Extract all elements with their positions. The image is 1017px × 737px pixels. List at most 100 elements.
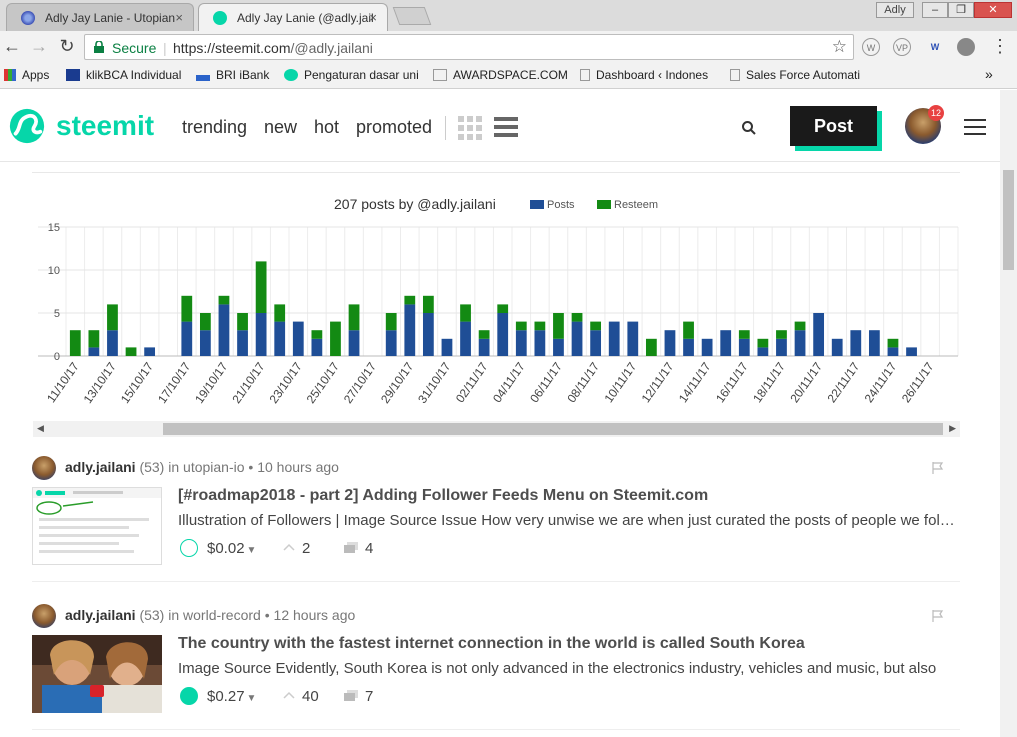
bar-posts[interactable] [813,313,825,356]
bar-posts[interactable] [181,321,193,356]
minimize-button[interactable]: – [922,2,948,18]
bar-resteem[interactable] [645,338,657,356]
bar-posts[interactable] [478,338,490,356]
bookmark-dashboard[interactable]: Dashboard ‹ Indones [580,68,708,82]
payout-dropdown[interactable]: $0.27 ▼ [207,688,256,705]
bookmark-pengaturan[interactable]: Pengaturan dasar uni [284,68,419,82]
hamburger-menu-icon[interactable] [964,119,986,135]
nav-new[interactable]: new [264,117,297,138]
bar-posts[interactable] [590,330,602,356]
search-icon[interactable] [741,120,757,136]
bar-resteem[interactable] [181,295,193,322]
bar-resteem[interactable] [385,313,397,331]
bar-posts[interactable] [887,347,899,356]
bar-posts[interactable] [868,330,880,356]
comment-count[interactable]: 7 [365,688,373,705]
bar-posts[interactable] [515,330,527,356]
bar-posts[interactable] [534,330,546,356]
vp-extension-icon[interactable]: VP [893,38,911,56]
bar-posts[interactable] [255,313,267,356]
page-scrollbar[interactable] [1000,162,1017,737]
bar-resteem[interactable] [255,261,267,313]
post-excerpt[interactable]: Image Source Evidently, South Korea is n… [178,660,958,677]
bar-resteem[interactable] [794,321,806,331]
bar-resteem[interactable] [404,295,416,305]
scroll-left-icon[interactable]: ◀ [37,423,44,434]
resteem-icon[interactable] [282,541,296,555]
bookmark-salesforce[interactable]: Sales Force Automati [730,68,860,82]
bar-posts[interactable] [107,330,118,356]
bar-posts[interactable] [627,321,639,356]
bar-posts[interactable] [385,330,397,356]
comment-count[interactable]: 4 [365,540,373,557]
bookmark-star-icon[interactable]: ☆ [832,37,847,57]
bar-resteem[interactable] [460,304,471,322]
flag-icon[interactable] [932,610,944,622]
bar-posts[interactable] [218,304,230,356]
bar-resteem[interactable] [125,347,137,356]
bar-resteem[interactable] [553,313,564,339]
bookmark-klikbca[interactable]: klikBCA Individual [66,68,181,82]
bar-posts[interactable] [794,330,806,356]
window-user-button[interactable]: Adly [876,2,914,18]
bar-posts[interactable] [199,330,211,356]
bar-resteem[interactable] [330,321,341,356]
steem-extension-icon[interactable]: W [926,38,944,56]
author-name[interactable]: adly.jailani [65,459,136,475]
bookmark-awardspace[interactable]: AWARDSPACE.COM [433,68,568,82]
bar-resteem[interactable] [274,304,286,322]
bar-posts[interactable] [720,330,732,356]
reload-icon[interactable]: ↻ [57,36,77,57]
bar-posts[interactable] [460,321,471,356]
bar-resteem[interactable] [515,321,527,331]
bar-posts[interactable] [906,347,917,356]
legend-resteem[interactable]: Resteem [597,199,658,211]
bookmark-apps[interactable]: Apps [4,68,49,82]
post-button[interactable]: Post [790,106,877,146]
bookmark-bri[interactable]: BRI iBank [196,68,269,82]
bar-posts[interactable] [738,338,750,356]
bar-posts[interactable] [757,347,769,356]
close-tab-icon[interactable]: × [175,10,183,25]
flag-icon[interactable] [932,462,944,474]
bar-posts[interactable] [441,338,453,356]
list-view-icon[interactable] [494,117,518,139]
steemit-logo-icon[interactable] [8,107,46,145]
post-thumbnail[interactable] [32,635,162,713]
resteem-icon[interactable] [282,689,296,703]
bar-posts[interactable] [422,313,434,356]
forward-arrow-icon[interactable]: → [29,36,49,57]
bar-posts[interactable] [348,330,360,356]
post-title[interactable]: [#roadmap2018 - part 2] Adding Follower … [178,487,708,505]
bar-posts[interactable] [701,338,713,356]
bar-posts[interactable] [664,330,676,356]
comment-icon[interactable] [344,542,358,554]
wordpress-extension-icon[interactable]: W [862,38,880,56]
maximize-button[interactable]: ❐ [948,2,974,18]
bar-resteem[interactable] [88,330,100,348]
bar-resteem[interactable] [348,304,360,331]
close-tab-icon[interactable]: × [369,10,377,25]
bar-resteem[interactable] [887,338,899,348]
bar-resteem[interactable] [683,321,694,339]
post-category[interactable]: utopian-io [183,459,245,475]
scroll-right-icon[interactable]: ▶ [949,423,956,434]
close-window-button[interactable]: ✕ [974,2,1012,18]
bar-resteem[interactable] [534,321,546,331]
nav-hot[interactable]: hot [314,117,339,138]
bar-resteem[interactable] [497,304,509,313]
payout-dropdown[interactable]: $0.02 ▼ [207,540,256,557]
bar-posts[interactable] [274,321,286,356]
author-name[interactable]: adly.jailani [65,607,136,623]
bar-resteem[interactable] [571,313,583,322]
back-arrow-icon[interactable]: ← [2,36,22,57]
address-bar[interactable]: Secure | https://steemit.com/@adly.jaila… [84,34,854,60]
steemit-logo-text[interactable]: steemit [56,110,154,142]
bar-resteem[interactable] [69,330,81,356]
browser-tab-steemit[interactable]: Adly Jay Lanie (@adly.jail × [198,3,388,31]
bar-posts[interactable] [88,347,100,356]
upvote-icon[interactable] [180,539,198,557]
bar-resteem[interactable] [311,330,323,339]
bar-posts[interactable] [850,330,862,356]
bar-posts[interactable] [144,347,156,356]
